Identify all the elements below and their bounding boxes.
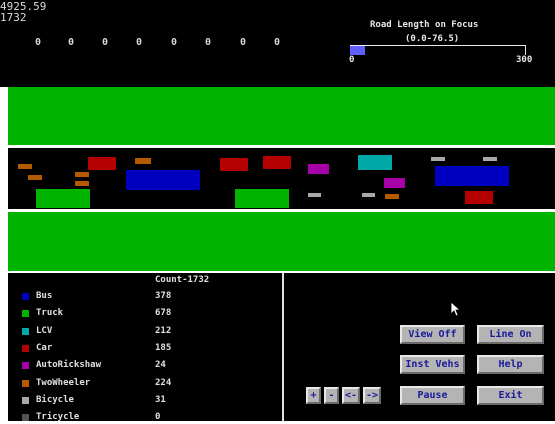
legend-swatch: [22, 344, 29, 352]
view-off-button[interactable]: View Off: [400, 325, 465, 344]
focus-slider-end-tick: [525, 45, 526, 55]
legend-item: TwoWheeler 224: [22, 378, 262, 390]
bus-vehicle: [435, 166, 509, 186]
pause-button[interactable]: Pause: [400, 386, 465, 405]
help-button[interactable]: Help: [477, 355, 544, 374]
legend-swatch: [22, 327, 29, 335]
bicycle-vehicle: [431, 157, 445, 161]
counter-value: 0: [35, 37, 42, 48]
upper-verge: [8, 87, 555, 145]
legend-swatch: [22, 310, 29, 318]
lower-verge: [8, 212, 555, 271]
zoom-in-button[interactable]: +: [306, 387, 321, 404]
lcv-vehicle: [358, 155, 392, 170]
legend-swatch: [22, 293, 29, 300]
twowheeler-vehicle: [28, 175, 42, 180]
counter-value: 0: [136, 37, 143, 48]
vehicle-count-readout: 1732: [0, 11, 27, 24]
legend-swatch: [22, 396, 29, 404]
focus-max-label: 300: [516, 55, 533, 65]
twowheeler-vehicle: [135, 158, 151, 164]
legend-item: AutoRickshaw 24: [22, 360, 262, 372]
legend-count: 31: [155, 394, 166, 405]
legend-swatch: [22, 414, 29, 422]
twowheeler-vehicle: [385, 194, 399, 199]
legend-swatch: [22, 362, 29, 370]
counter-value: 0: [102, 37, 109, 48]
legend-item: Bicycle 31: [22, 395, 262, 407]
twowheeler-vehicle: [18, 164, 32, 169]
legend-swatch: [22, 379, 29, 387]
legend-count: 678: [155, 308, 172, 319]
legend-item: Truck 678: [22, 308, 262, 320]
legend-label: TwoWheeler: [36, 377, 91, 388]
vehicle-legend-panel: Count-1732 Bus 378 Truck 678 LCV 212 Car 185 Aut…: [8, 273, 282, 424]
focus-slider-track: [350, 45, 526, 46]
legend-item: Bus 378: [22, 291, 262, 303]
twowheeler-vehicle: [75, 181, 89, 186]
focus-min-label: 0: [349, 55, 355, 65]
pan-left-button[interactable]: <-: [342, 387, 360, 404]
counter-value: 0: [205, 37, 212, 48]
legend-item: Tricycle 0: [22, 412, 262, 424]
car-vehicle: [88, 157, 116, 170]
mouse-pointer-icon: [450, 301, 462, 317]
focus-title: Road Length on Focus: [370, 20, 479, 30]
car-vehicle: [220, 158, 248, 171]
twowheeler-vehicle: [75, 172, 89, 177]
counter-row: 0 0 0 0 0 0 0 0: [0, 37, 300, 51]
top-info-panel: 4925.59 1732 0 0 0 0 0 0 0 0 Road Length…: [0, 0, 555, 87]
road-view: [8, 148, 555, 209]
legend-label: Truck: [36, 308, 64, 319]
autorickshaw-vehicle: [308, 164, 329, 174]
legend-item: LCV 212: [22, 326, 262, 338]
counter-value: 0: [68, 37, 75, 48]
car-vehicle: [465, 191, 493, 204]
legend-label: Car: [36, 342, 53, 353]
bus-vehicle: [126, 170, 200, 190]
legend-label: LCV: [36, 325, 53, 336]
inst-vehs-button[interactable]: Inst Vehs: [400, 355, 465, 374]
counter-value: 0: [171, 37, 178, 48]
legend-label: AutoRickshaw: [36, 360, 102, 371]
legend-count: 224: [155, 377, 172, 388]
autorickshaw-vehicle: [384, 178, 405, 188]
legend-count: 24: [155, 360, 166, 371]
pan-right-button[interactable]: ->: [363, 387, 381, 404]
legend-count: 212: [155, 325, 172, 336]
focus-range: (0.0-76.5): [405, 34, 460, 44]
counter-value: 0: [240, 37, 247, 48]
bicycle-vehicle: [308, 193, 321, 197]
line-on-button[interactable]: Line On: [477, 325, 544, 344]
zoom-out-button[interactable]: -: [324, 387, 339, 404]
exit-button[interactable]: Exit: [477, 386, 544, 405]
legend-item: Car 185: [22, 343, 262, 355]
bicycle-vehicle: [362, 193, 375, 197]
legend-label: Bicycle: [36, 394, 74, 405]
legend-count: 185: [155, 342, 172, 353]
legend-label: Bus: [36, 291, 53, 301]
truck-vehicle: [36, 189, 90, 208]
focus-slider[interactable]: [350, 45, 526, 57]
focus-slider-fill[interactable]: [350, 46, 365, 55]
counter-value: 0: [274, 37, 281, 48]
bicycle-vehicle: [483, 157, 497, 161]
truck-vehicle: [235, 189, 289, 208]
control-panel: View Off Line On Inst Vehs Help + - <- -…: [284, 273, 555, 421]
car-vehicle: [263, 156, 291, 169]
legend-count: 378: [155, 291, 172, 301]
legend-header: Count-1732: [155, 275, 210, 285]
